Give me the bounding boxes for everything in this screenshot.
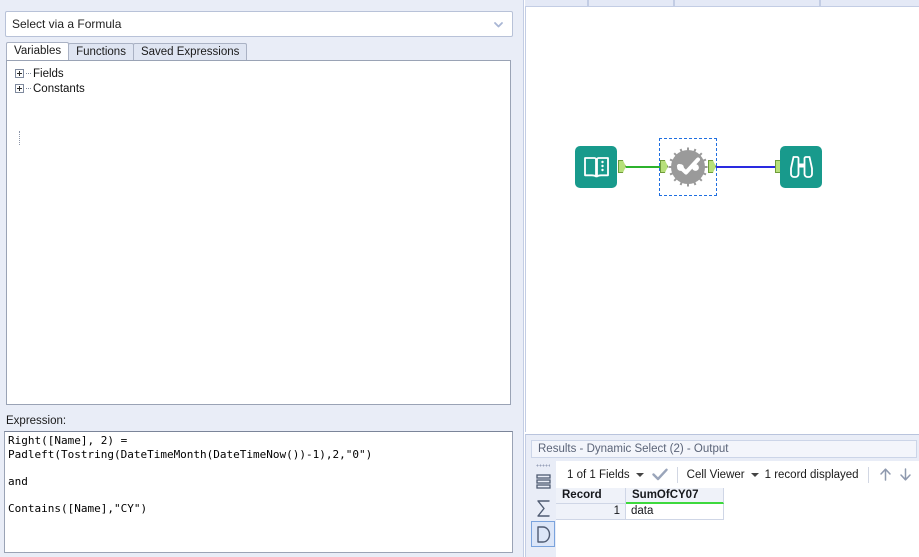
record-count-label: 1 record displayed (764, 468, 859, 481)
checkmark-icon[interactable] (651, 468, 668, 481)
tree-item-constants[interactable]: Constants (7, 81, 510, 96)
binoculars-icon[interactable] (780, 146, 822, 188)
table-row[interactable]: 1 data (556, 504, 919, 520)
expression-editor[interactable]: Right([Name], 2) = Padleft(Tostring(Date… (4, 431, 513, 553)
connection-macro-to-browse[interactable] (716, 166, 777, 168)
tree-item-constants-label: Constants (33, 82, 85, 95)
tree-item-fields[interactable]: Fields (7, 66, 510, 81)
workflow-tab-partial-1[interactable] (525, 0, 588, 7)
workflow-area: Results - Dynamic Select (2) - Output 1 … (525, 0, 919, 557)
select-mode-value: Select via a Formula (12, 17, 122, 31)
toolbar-divider (676, 466, 678, 483)
workflow-tab-partial-2[interactable] (588, 0, 674, 7)
workflow-canvas[interactable] (525, 7, 919, 432)
column-header-sumofcy07[interactable]: SumOfCY07 (626, 488, 724, 504)
tree-item-fields-label: Fields (33, 67, 64, 80)
toolbar-divider (867, 466, 869, 483)
config-tabs: Variables Functions Saved Expressions (6, 42, 248, 60)
results-sidebar (531, 461, 555, 557)
expression-text[interactable]: Right([Name], 2) = Padleft(Tostring(Date… (5, 432, 512, 516)
sigma-summary-icon[interactable] (531, 495, 555, 521)
results-toolbar: 1 of 1 Fields Cell Viewer 1 record displ… (556, 461, 919, 488)
node-input-data[interactable] (575, 146, 617, 188)
node-browse[interactable] (780, 146, 822, 188)
configuration-panel: Select via a Formula Variables Functions… (0, 0, 524, 557)
tab-saved-expressions[interactable]: Saved Expressions (132, 43, 248, 60)
workflow-tab-partial-3[interactable] (674, 0, 820, 7)
expression-label: Expression: (6, 415, 67, 427)
variables-tree: Fields Constants (6, 60, 511, 405)
cell-filler (724, 504, 919, 520)
app-window: Select via a Formula Variables Functions… (0, 0, 919, 557)
column-header-record[interactable]: Record (556, 488, 626, 504)
tree-dash (26, 88, 31, 89)
results-grid-header: Record SumOfCY07 (556, 488, 919, 504)
chevron-down-icon[interactable] (750, 472, 759, 477)
arrow-down-icon[interactable] (898, 467, 913, 482)
results-grid[interactable]: Record SumOfCY07 1 data (556, 488, 919, 557)
tab-functions[interactable]: Functions (68, 43, 134, 60)
gear-check-icon (668, 147, 708, 187)
workflow-tab-bar (525, 0, 919, 7)
cell-record: 1 (556, 504, 626, 520)
plus-icon[interactable] (15, 69, 24, 78)
arrow-up-icon[interactable] (878, 467, 893, 482)
cell-sumofcy07[interactable]: data (626, 504, 724, 520)
results-title-bar: Results - Dynamic Select (2) - Output (531, 440, 917, 458)
chevron-down-icon[interactable] (490, 16, 506, 32)
data-table-icon[interactable] (531, 469, 555, 495)
output-anchor-input-data[interactable] (618, 160, 626, 173)
fields-selector-label[interactable]: 1 of 1 Fields (567, 469, 630, 481)
node-dynamic-select-macro[interactable] (667, 146, 709, 188)
cell-viewer-label[interactable]: Cell Viewer (687, 469, 745, 481)
plus-icon[interactable] (15, 84, 24, 93)
column-header-filler (724, 488, 919, 504)
results-panel: Results - Dynamic Select (2) - Output 1 … (525, 434, 919, 557)
tree-dash (26, 73, 31, 74)
tab-variables[interactable]: Variables (6, 42, 70, 60)
tree-connector-line (19, 131, 20, 145)
messages-icon[interactable] (531, 521, 555, 547)
chevron-down-icon[interactable] (635, 472, 644, 477)
book-icon[interactable] (575, 146, 617, 188)
grip-handle-icon[interactable] (531, 461, 555, 469)
results-title-text: Results - Dynamic Select (2) - Output (538, 443, 729, 455)
workflow-tab-partial-4[interactable] (820, 0, 919, 7)
select-mode-dropdown[interactable]: Select via a Formula (5, 11, 513, 37)
